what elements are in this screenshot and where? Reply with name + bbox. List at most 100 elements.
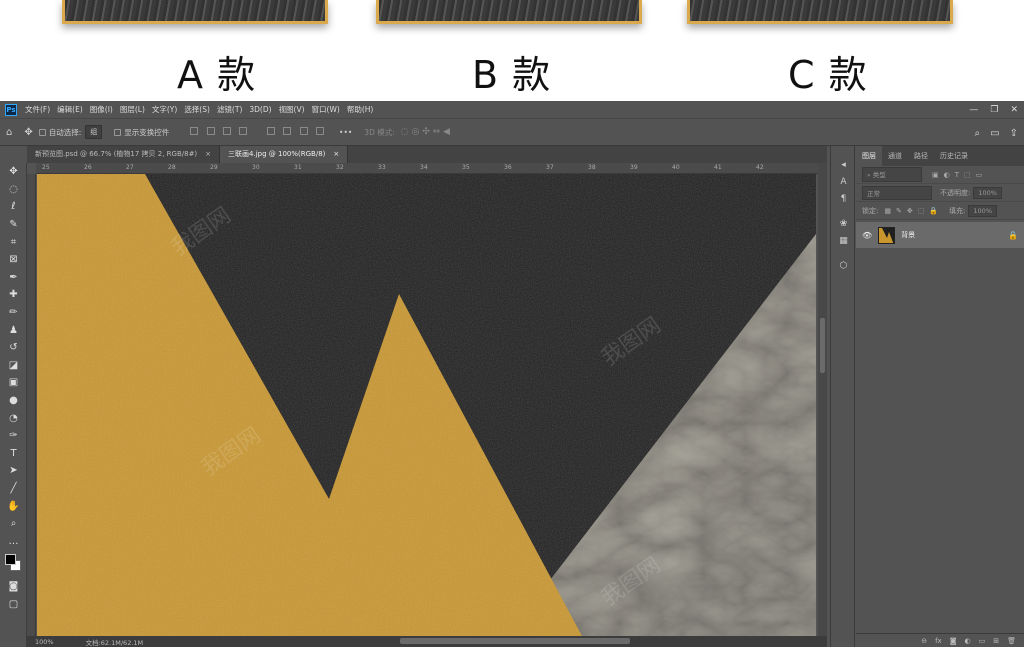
3d-tools-icons[interactable]: ◌ ◎ ✣ ⇔ ◀ <box>401 127 450 137</box>
gradient-tool-icon[interactable]: ▣ <box>0 374 27 392</box>
fill-field[interactable]: 100% <box>968 204 997 217</box>
lock-icon: 🔒 <box>1008 230 1018 240</box>
lock-icons[interactable]: ▦✎✥⬚🔒 <box>884 207 943 215</box>
filter-icons[interactable]: ▣◐T⬚▭ <box>932 171 987 179</box>
restore-button[interactable]: ❐ <box>990 105 998 115</box>
distribute-icon[interactable] <box>239 127 248 135</box>
show-transform-checkbox[interactable] <box>114 128 122 136</box>
tab-label: 新预览图.psd @ 66.7% (植物17 拷贝 2, RGB/8#) <box>35 150 198 158</box>
distribute-vertical-icon[interactable] <box>316 127 325 135</box>
scroll-thumb[interactable] <box>820 318 825 373</box>
healing-tool-icon[interactable]: ✚ <box>0 286 27 304</box>
more-tools-icon[interactable]: … <box>0 532 27 550</box>
ps-logo-icon: Ps <box>5 103 17 116</box>
frame-tool-icon[interactable]: ⊠ <box>0 251 27 269</box>
move-tool-icon[interactable]: ✥ <box>0 163 27 181</box>
color-swatches[interactable] <box>0 550 27 578</box>
close-window-button[interactable]: ✕ <box>1010 105 1018 115</box>
auto-select-dropdown[interactable]: 组 <box>85 125 103 139</box>
tab-close-icon[interactable]: × <box>205 150 211 158</box>
lasso-tool-icon[interactable]: ℓ <box>0 198 27 216</box>
crop-tool-icon[interactable]: ⌗ <box>0 233 27 251</box>
eye-icon[interactable]: 👁 <box>862 231 872 240</box>
tab-history[interactable]: 历史记录 <box>934 146 974 166</box>
panel-toggle-icon[interactable]: ◂ <box>831 156 856 173</box>
share-icon[interactable]: ⇪ <box>1010 128 1018 139</box>
menu-help[interactable]: 帮助(H) <box>347 104 374 115</box>
tab-layers[interactable]: 图层 <box>856 146 882 166</box>
type-tool-icon[interactable]: T <box>0 445 27 463</box>
menu-select[interactable]: 选择(S) <box>184 104 210 115</box>
menu-type[interactable]: 文字(Y) <box>152 104 177 115</box>
zoom-tool-icon[interactable]: ⌕ <box>0 515 27 533</box>
menu-view[interactable]: 视图(V) <box>279 104 305 115</box>
dodge-tool-icon[interactable]: ◔ <box>0 409 27 427</box>
menu-edit[interactable]: 编辑(E) <box>57 104 83 115</box>
workspace-icon[interactable]: ▭ <box>990 128 999 139</box>
search-icon[interactable]: ⌕ <box>975 128 981 139</box>
link-layers-icon[interactable]: ⊖ <box>921 637 927 645</box>
ruler-tick-label: 41 <box>714 164 722 171</box>
menu-image[interactable]: 图像(I) <box>90 104 113 115</box>
character-panel-icon[interactable]: A <box>831 173 856 190</box>
ruler-tick-label: 40 <box>672 164 680 171</box>
auto-select-checkbox[interactable] <box>38 128 46 136</box>
align-left-icon[interactable] <box>190 127 199 135</box>
history-brush-tool-icon[interactable]: ↺ <box>0 339 27 357</box>
minimize-button[interactable]: — <box>969 105 978 115</box>
delete-layer-icon[interactable]: 🗑 <box>1007 637 1016 645</box>
eraser-tool-icon[interactable]: ◪ <box>0 357 27 375</box>
vertical-scrollbar[interactable] <box>818 163 827 636</box>
opacity-field[interactable]: 100% <box>973 186 1002 199</box>
fill-label: 填充: <box>949 206 966 215</box>
line-tool-icon[interactable]: ╱ <box>0 480 27 498</box>
fx-icon[interactable]: fx <box>935 637 942 645</box>
group-icon[interactable]: ▭ <box>979 637 986 645</box>
zoom-level[interactable]: 100% <box>35 638 54 646</box>
path-select-tool-icon[interactable]: ➤ <box>0 462 27 480</box>
adjustment-layer-icon[interactable]: ◐ <box>965 637 971 645</box>
menu-filter[interactable]: 滤镜(T) <box>217 104 242 115</box>
foreground-color-swatch[interactable] <box>5 554 16 566</box>
menu-file[interactable]: 文件(F) <box>25 104 50 115</box>
ruler-tick-label: 30 <box>252 164 260 171</box>
move-tool-icon[interactable]: ✥ <box>24 127 32 138</box>
tab-channels[interactable]: 通道 <box>882 146 908 166</box>
3d-panel-icon[interactable]: ⬡ <box>831 257 856 274</box>
align-top-icon[interactable] <box>266 127 275 135</box>
eyedropper-tool-icon[interactable]: ✒ <box>0 269 27 287</box>
swatches-panel-icon[interactable]: ▦ <box>831 232 856 249</box>
home-icon[interactable]: ⌂ <box>6 127 12 138</box>
align-bottom-icon[interactable] <box>299 127 308 135</box>
quick-select-tool-icon[interactable]: ✎ <box>0 216 27 234</box>
horizontal-scrollbar[interactable] <box>400 638 630 644</box>
align-center-icon[interactable] <box>206 127 215 135</box>
mask-icon[interactable]: ◙ <box>950 637 957 645</box>
blend-mode-dropdown[interactable]: 正常 <box>862 185 932 200</box>
hand-tool-icon[interactable]: ✋ <box>0 497 27 515</box>
quick-mask-icon[interactable]: ◙ <box>0 578 27 596</box>
tab-triptych-jpg[interactable]: 三联画4.jpg @ 100%(RGB/8) × <box>220 146 349 163</box>
screen-mode-icon[interactable]: ▢ <box>0 596 27 614</box>
preview-area: A 款 B 款 C 款 <box>0 0 1024 101</box>
stamp-tool-icon[interactable]: ♟ <box>0 321 27 339</box>
new-layer-icon[interactable]: ⊞ <box>993 637 999 645</box>
blur-tool-icon[interactable]: ● <box>0 392 27 410</box>
menu-layer[interactable]: 图层(L) <box>120 104 145 115</box>
menu-window[interactable]: 窗口(W) <box>312 104 340 115</box>
tab-preview-psd[interactable]: 新预览图.psd @ 66.7% (植物17 拷贝 2, RGB/8#) × <box>27 146 221 163</box>
brush-tool-icon[interactable]: ✏ <box>0 304 27 322</box>
tab-paths[interactable]: 路径 <box>908 146 934 166</box>
more-options-button[interactable]: ••• <box>339 128 352 137</box>
filter-kind-dropdown[interactable]: ⌕ 类型 <box>862 167 922 182</box>
adjustments-panel-icon[interactable]: ❀ <box>831 215 856 232</box>
menu-3d[interactable]: 3D(D) <box>249 105 271 114</box>
tab-close-icon[interactable]: × <box>333 150 339 158</box>
layer-row[interactable]: 👁 背景 🔒 <box>856 222 1024 248</box>
align-middle-icon[interactable] <box>283 127 292 135</box>
document-canvas[interactable]: 我图网 我图网 我图网 我图网 <box>37 174 816 636</box>
align-right-icon[interactable] <box>223 127 232 135</box>
marquee-tool-icon[interactable]: ◌ <box>0 181 27 199</box>
pen-tool-icon[interactable]: ✑ <box>0 427 27 445</box>
paragraph-panel-icon[interactable]: ¶ <box>831 190 856 207</box>
